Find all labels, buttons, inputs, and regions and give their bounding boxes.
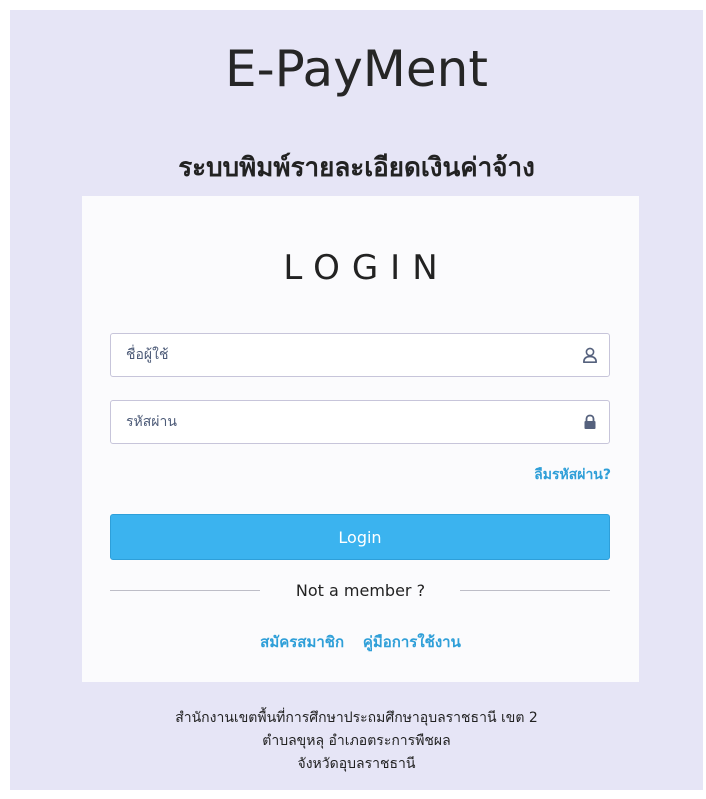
not-member-text: Not a member ?: [295, 581, 426, 600]
login-button[interactable]: Login: [110, 514, 610, 560]
footer-line-district: ตำบลขุหลุ อำเภอตระการพืชผล: [262, 733, 451, 749]
page-background: E-PayMent ระบบพิมพ์รายละเอียดเงินค่าจ้าง…: [10, 10, 703, 790]
app-title: E-PayMent: [225, 40, 488, 98]
username-input[interactable]: [111, 334, 609, 376]
register-link[interactable]: สมัครสมาชิก: [260, 633, 344, 651]
forgot-password-link[interactable]: ลืมรหัสผ่าน?: [534, 464, 611, 486]
password-field[interactable]: [110, 400, 610, 444]
login-card: LOGIN ลืมรหัสผ่าน? Login Not a: [82, 196, 639, 682]
footer-line-province: จังหวัดอุบลราชธานี: [297, 756, 416, 772]
auth-links: สมัครสมาชิก คู่มือการใช้งาน: [82, 630, 639, 654]
footer-line-office: สำนักงานเขตพื้นที่การศึกษาประถมศึกษาอุบล…: [175, 710, 538, 726]
page-subtitle: ระบบพิมพ์รายละเอียดเงินค่าจ้าง: [178, 153, 535, 183]
login-heading: LOGIN: [283, 248, 450, 288]
user-manual-link[interactable]: คู่มือการใช้งาน: [363, 633, 461, 651]
footer-address: สำนักงานเขตพื้นที่การศึกษาประถมศึกษาอุบล…: [10, 707, 703, 776]
username-field[interactable]: [110, 333, 610, 377]
lock-icon: [581, 413, 599, 431]
password-input[interactable]: [111, 401, 609, 443]
user-icon: [581, 346, 599, 364]
